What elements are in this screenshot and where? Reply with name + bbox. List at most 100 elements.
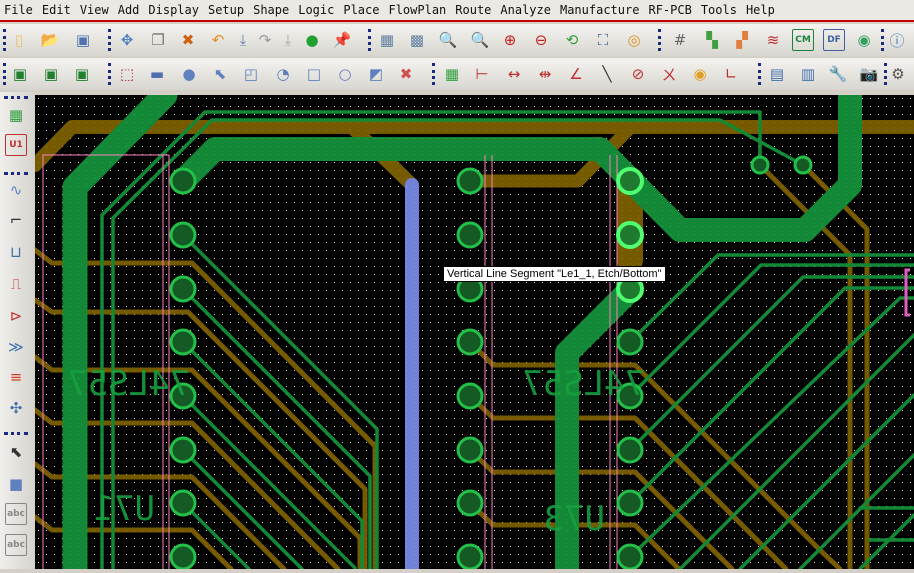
etch-edit-icon[interactable]: ▣ xyxy=(40,63,62,85)
toolbar-grip[interactable] xyxy=(368,29,371,51)
green-ball-icon[interactable]: ● xyxy=(301,29,323,51)
placement-mode-icon[interactable]: ▣ xyxy=(9,63,31,85)
undo-icon[interactable]: ↶ xyxy=(207,29,229,51)
pad[interactable] xyxy=(169,167,197,195)
down-arrow-icon[interactable]: ⤓ xyxy=(232,29,254,51)
pad[interactable] xyxy=(456,328,484,356)
pad[interactable] xyxy=(456,436,484,464)
route-mode-icon[interactable]: ▣ xyxy=(71,63,93,85)
toolbar-grip[interactable] xyxy=(758,63,761,85)
slide-icon[interactable]: ⌐ xyxy=(5,209,27,231)
pin-icon[interactable]: 📌 xyxy=(331,29,353,51)
line-icon[interactable]: ╲ xyxy=(596,63,618,85)
tools-icon[interactable]: 🔧 xyxy=(827,63,849,85)
component-icon[interactable]: ▦ xyxy=(441,63,463,85)
open-folder-icon[interactable]: 📂 xyxy=(39,29,61,51)
pad[interactable] xyxy=(456,167,484,195)
pad[interactable] xyxy=(456,382,484,410)
select-area-icon[interactable]: ▬ xyxy=(146,63,168,85)
copy-icon[interactable]: ❐ xyxy=(147,29,169,51)
bus-route-icon[interactable]: ≡ xyxy=(5,366,27,388)
menu-logic[interactable]: Logic xyxy=(298,3,334,17)
down-arrow-disabled-icon[interactable]: ⤓ xyxy=(277,29,299,51)
toolbar-grip[interactable] xyxy=(4,172,28,175)
toolbar-grip[interactable] xyxy=(108,29,111,51)
color-icon[interactable]: ▚ xyxy=(701,29,723,51)
menu-display[interactable]: Display xyxy=(148,3,199,17)
menu-file[interactable]: File xyxy=(4,3,33,17)
pad[interactable] xyxy=(169,543,197,571)
menu-rf-pcb[interactable]: RF-PCB xyxy=(648,3,691,17)
auto-route-icon[interactable]: ✣ xyxy=(5,397,27,419)
toolbar-grip[interactable] xyxy=(4,432,28,435)
mesh-icon[interactable]: ▩ xyxy=(406,29,428,51)
menu-tools[interactable]: Tools xyxy=(701,3,737,17)
dimension-edge-icon[interactable]: ⊢ xyxy=(471,63,493,85)
new-file-icon[interactable]: ▯ xyxy=(8,29,30,51)
menu-help[interactable]: Help xyxy=(746,3,775,17)
datum-dimension-icon[interactable]: ⇹ xyxy=(534,63,556,85)
pad[interactable] xyxy=(616,436,644,464)
pad[interactable] xyxy=(616,221,644,249)
pointer-select-icon[interactable]: ⬉ xyxy=(209,63,231,85)
menu-setup[interactable]: Setup xyxy=(208,3,244,17)
zoom-world-icon[interactable]: 🔍 xyxy=(469,29,491,51)
angular-dimension-icon[interactable]: ∠ xyxy=(565,63,587,85)
zoom-by-points-icon[interactable]: 🔍 xyxy=(437,29,459,51)
leader-icon[interactable]: ◉ xyxy=(689,63,711,85)
toolbar-grip[interactable] xyxy=(432,63,435,85)
pad[interactable] xyxy=(793,155,813,175)
delay-tune-icon[interactable]: ⊔ xyxy=(5,241,27,263)
phase-tune-icon[interactable]: ⎍ xyxy=(5,273,27,295)
chamfer-icon[interactable]: ㄨ xyxy=(658,63,680,85)
toolbar-grip[interactable] xyxy=(884,63,887,85)
circle-shape-icon[interactable]: ● xyxy=(178,63,200,85)
camera-icon[interactable]: 📷 xyxy=(858,63,880,85)
layers-icon[interactable]: ≋ xyxy=(762,29,784,51)
pad[interactable] xyxy=(616,543,644,571)
radius-dimension-icon[interactable]: ⊘ xyxy=(627,63,649,85)
add-text-icon[interactable]: abc xyxy=(5,503,27,525)
move-icon[interactable]: ✥ xyxy=(116,29,138,51)
menu-place[interactable]: Place xyxy=(343,3,379,17)
circle-outline-icon[interactable]: ○ xyxy=(334,63,356,85)
save-icon[interactable]: ▣ xyxy=(72,29,94,51)
add-connect-icon[interactable]: ∿ xyxy=(5,179,27,201)
toolbar-grip[interactable] xyxy=(4,96,28,99)
assign-color-icon[interactable]: ▞ xyxy=(731,29,753,51)
zoom-in-icon[interactable]: ⊕ xyxy=(499,29,521,51)
edit-text-icon[interactable]: abc xyxy=(5,534,27,556)
component-u1-icon[interactable]: U1 xyxy=(5,134,27,156)
menu-analyze[interactable]: Analyze xyxy=(500,3,551,17)
toolbar-grip[interactable] xyxy=(3,63,6,85)
pad[interactable] xyxy=(750,155,770,175)
constraint-manager-icon[interactable]: CM xyxy=(792,29,814,51)
menu-shape[interactable]: Shape xyxy=(253,3,289,17)
rectangle-icon[interactable]: ■ xyxy=(5,473,27,495)
redraw-icon[interactable]: ◎ xyxy=(623,29,645,51)
toolbar-grip[interactable] xyxy=(881,29,884,51)
pad[interactable] xyxy=(616,489,644,517)
toolbar-grip[interactable] xyxy=(3,29,6,51)
menu-route[interactable]: Route xyxy=(455,3,491,17)
pad[interactable] xyxy=(169,328,197,356)
select-shape-icon[interactable]: ⬚ xyxy=(116,63,138,85)
void-shape-icon[interactable]: ◩ xyxy=(365,63,387,85)
pad[interactable] xyxy=(169,275,197,303)
redo-icon[interactable]: ↷ xyxy=(254,29,276,51)
3d-view-icon[interactable]: ◉ xyxy=(853,29,875,51)
pad[interactable] xyxy=(456,543,484,571)
library-icon[interactable]: ▥ xyxy=(797,63,819,85)
pad[interactable] xyxy=(456,489,484,517)
toolbar-grip[interactable] xyxy=(108,63,111,85)
zoom-fit-icon[interactable]: ⛶ xyxy=(592,29,614,51)
grid-display-icon[interactable]: ▦ xyxy=(376,29,398,51)
dfa-icon[interactable]: DF xyxy=(823,29,845,51)
spread-icon[interactable]: ≫ xyxy=(5,336,27,358)
pcb-canvas[interactable]: 74LS57 U71 74LS57 U73 xyxy=(28,82,914,573)
place-manual-icon[interactable]: ▦ xyxy=(5,104,27,126)
grid-icon[interactable]: # xyxy=(669,29,691,51)
delete-shape-icon[interactable]: ✖ xyxy=(395,63,417,85)
zoom-previous-icon[interactable]: ⟲ xyxy=(561,29,583,51)
menu-manufacture[interactable]: Manufacture xyxy=(560,3,639,17)
